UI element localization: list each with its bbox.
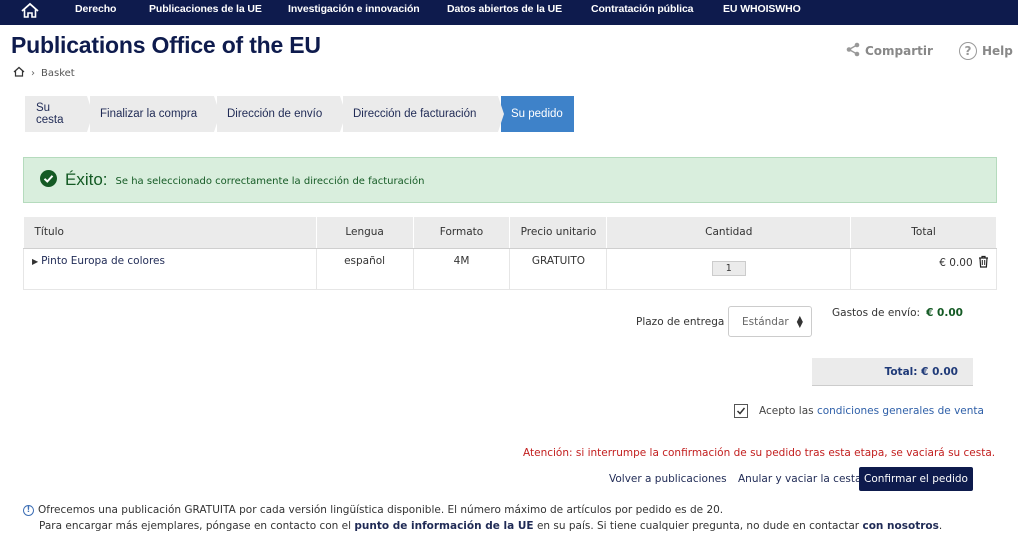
step-finalizar-compra[interactable]: Finalizar la compra xyxy=(90,96,220,132)
nav-item-contratacion[interactable]: Contratación pública xyxy=(591,0,694,25)
share-button[interactable]: Compartir xyxy=(846,42,933,60)
terms-link[interactable]: condiciones generales de venta xyxy=(817,405,984,417)
check-circle-icon xyxy=(40,169,57,191)
share-label: Compartir xyxy=(865,44,933,58)
info-line-2-end: . xyxy=(938,520,943,532)
quantity-input[interactable]: 1 xyxy=(711,260,746,276)
warning-message: Atención: si interrumpe la confirmación … xyxy=(523,447,996,459)
success-title: Éxito: xyxy=(65,170,108,189)
header-title: Título xyxy=(23,217,317,249)
header-total: Total xyxy=(850,217,997,249)
eu-info-point-link[interactable]: punto de información de la UE xyxy=(354,520,533,532)
info-line-2-prefix: Para encargar más ejemplares, póngase en… xyxy=(39,520,352,532)
shipping-value: € 0.00 xyxy=(926,307,963,319)
delivery-label: Plazo de entrega xyxy=(636,316,725,328)
nav-item-publicaciones[interactable]: Publicaciones de la UE xyxy=(149,0,262,25)
row-unit-price: GRATUITO xyxy=(509,248,608,290)
share-icon xyxy=(846,42,860,60)
home-icon[interactable] xyxy=(13,66,25,80)
info-line-2-middle: en su país. Si tiene cualquier pregunta,… xyxy=(536,520,860,532)
nav-item-derecho[interactable]: Derecho xyxy=(75,0,116,25)
order-total: Total: € 0.00 xyxy=(812,358,973,386)
breadcrumb-current: Basket xyxy=(41,67,75,79)
header-language: Lengua xyxy=(316,217,414,249)
delivery-selected: Estándar xyxy=(742,315,789,328)
row-title[interactable]: Pinto Europa de colores xyxy=(41,255,165,267)
terms-prefix: Acepto las xyxy=(759,405,814,417)
step-su-pedido[interactable]: Su pedido xyxy=(501,96,574,132)
header-format: Formato xyxy=(413,217,511,249)
site-title[interactable]: Publications Office of the EU xyxy=(11,32,321,59)
info-icon: ! xyxy=(23,504,34,516)
shipping-label: Gastos de envío: xyxy=(832,307,921,319)
home-icon[interactable] xyxy=(20,2,40,20)
header-quantity: Cantidad xyxy=(606,217,852,249)
row-total: € 0.00 xyxy=(939,256,973,269)
terms-checkbox[interactable] xyxy=(734,404,748,418)
basket-table: Título Lengua Formato Precio unitario Ca… xyxy=(23,217,997,290)
trash-icon[interactable] xyxy=(978,255,989,271)
header-unit-price: Precio unitario xyxy=(509,217,608,249)
step-su-cesta[interactable]: Su cesta xyxy=(25,96,93,132)
row-total-cell: € 0.00 xyxy=(850,248,997,290)
breadcrumb: › Basket xyxy=(13,66,75,80)
step-direccion-envio[interactable]: Dirección de envío xyxy=(217,96,346,132)
delivery-select[interactable]: Estándar ▲ ▼ xyxy=(728,306,812,337)
nav-item-whoiswho[interactable]: EU WHOISWHO xyxy=(723,0,801,25)
checkout-steps: Su cesta Finalizar la compra Dirección d… xyxy=(25,96,577,132)
contact-us-link[interactable]: con nosotros xyxy=(862,520,938,532)
help-button[interactable]: ? Help xyxy=(959,42,1013,60)
top-navigation: Derecho Publicaciones de la UE Investiga… xyxy=(0,0,1018,25)
row-title-cell: ▶ Pinto Europa de colores xyxy=(23,248,317,290)
back-to-publications-button[interactable]: Volver a publicaciones xyxy=(609,467,727,491)
info-note: ! Ofrecemos una publicación GRATUITA por… xyxy=(23,502,942,534)
chevron-right-icon: › xyxy=(31,67,35,79)
confirm-order-button[interactable]: Confirmar el pedido xyxy=(859,467,973,491)
nav-item-investigacion[interactable]: Investigación e innovación xyxy=(288,0,420,25)
terms-agreement: Acepto las condiciones generales de vent… xyxy=(734,404,984,418)
nav-item-datos-abiertos[interactable]: Datos abiertos de la UE xyxy=(447,0,562,25)
success-message: Se ha seleccionado correctamente la dire… xyxy=(115,176,425,187)
success-alert: Éxito: Se ha seleccionado correctamente … xyxy=(23,157,997,203)
row-language: español xyxy=(316,248,414,290)
select-arrows-icon: ▲ ▼ xyxy=(796,313,803,329)
help-icon: ? xyxy=(959,42,977,60)
expand-triangle-icon[interactable]: ▶ xyxy=(32,257,38,266)
cancel-empty-basket-button[interactable]: Anular y vaciar la cesta xyxy=(738,467,861,491)
table-row: ▶ Pinto Europa de colores español 4M GRAT… xyxy=(23,248,997,290)
row-format: 4M xyxy=(413,248,511,290)
row-quantity-cell: 1 xyxy=(606,248,852,290)
help-label: Help xyxy=(982,44,1013,58)
shipping-cost: Gastos de envío: € 0.00 xyxy=(832,307,963,319)
info-line-1: Ofrecemos una publicación GRATUITA por c… xyxy=(38,504,724,516)
step-direccion-facturacion[interactable]: Dirección de facturación xyxy=(343,96,504,132)
